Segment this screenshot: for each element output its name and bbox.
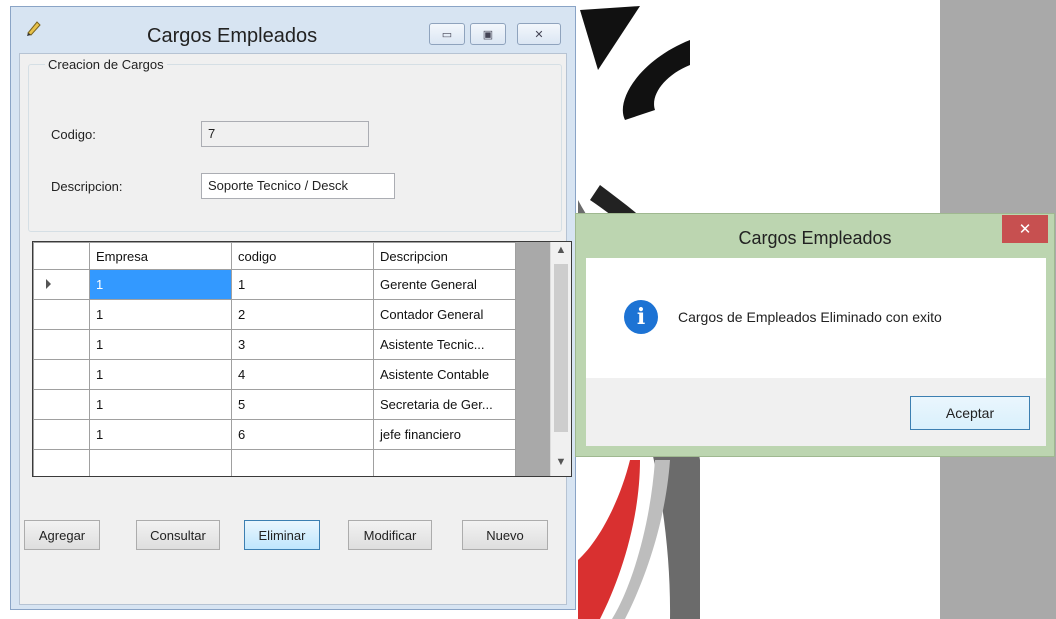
title-bar[interactable]: Cargos Empleados ▭ ▣ ✕ [11,7,575,55]
nuevo-button[interactable]: Nuevo [462,520,548,550]
agregar-button[interactable]: Agregar [24,520,100,550]
cargos-empleados-window: Cargos Empleados ▭ ▣ ✕ Creacion de Cargo… [10,6,576,610]
table-row[interactable]: 1 1 Gerente General [33,269,516,300]
grid-cell[interactable]: 3 [231,329,374,360]
table-row[interactable]: 1 4 Asistente Contable [33,359,516,390]
grid-cell[interactable]: Secretaria de Ger... [373,389,516,420]
window-title: Cargos Empleados [147,25,318,47]
codigo-field[interactable]: 7 [201,121,369,147]
table-row[interactable]: 1 3 Asistente Tecnic... [33,329,516,360]
grid-cell[interactable]: Contador General [373,299,516,330]
message-body: i Cargos de Empleados Eliminado con exit… [586,258,1046,378]
pencil-app-icon [27,21,41,36]
grid-cell[interactable]: 5 [231,389,374,420]
row-header[interactable] [33,389,90,420]
grid-cell[interactable]: 1 [89,359,232,390]
cargos-data-grid[interactable]: Empresa codigo Descripcion 1 1 Gerente G… [32,241,572,477]
grid-cell[interactable] [89,449,232,476]
codigo-label: Codigo: [51,127,96,142]
close-icon: ✕ [1018,221,1032,238]
new-row[interactable] [33,449,516,476]
minimize-icon: ▭ [441,28,453,41]
message-footer: Aceptar [586,378,1046,446]
grid-cell[interactable]: 1 [231,269,374,300]
grid-cell[interactable] [231,449,374,476]
modificar-button[interactable]: Modificar [348,520,432,550]
column-header-codigo[interactable]: codigo [231,242,374,270]
row-header-corner [33,242,90,270]
creacion-group: Creacion de Cargos Codigo: 7 Descripcion… [28,57,562,232]
row-header[interactable] [33,299,90,330]
grid-cell[interactable] [373,449,516,476]
column-header-empresa[interactable]: Empresa [89,242,232,270]
scroll-down-icon[interactable]: ▼ [551,456,571,474]
minimize-button[interactable]: ▭ [429,23,465,45]
grid-cell[interactable]: 4 [231,359,374,390]
row-header-new[interactable] [33,449,90,476]
table-row[interactable]: 1 2 Contador General [33,299,516,330]
grid-cell[interactable]: 1 [89,269,232,300]
row-header-current[interactable] [33,269,90,300]
table-row[interactable]: 1 6 jefe financiero [33,419,516,450]
grid-cell[interactable]: jefe financiero [373,419,516,450]
scroll-thumb[interactable] [554,264,568,432]
grid-header-row: Empresa codigo Descripcion [33,242,516,270]
info-icon: i [624,300,658,334]
message-close-button[interactable]: ✕ [1002,215,1048,243]
row-header[interactable] [33,329,90,360]
grid-cell[interactable]: 1 [89,419,232,450]
grid-cell[interactable]: Asistente Contable [373,359,516,390]
maximize-icon: ▣ [482,28,494,41]
descripcion-field[interactable]: Soporte Tecnico / Desck [201,173,395,199]
group-title: Creacion de Cargos [45,57,167,72]
grid-cell[interactable]: 2 [231,299,374,330]
grid-cell[interactable]: 1 [89,329,232,360]
close-icon: ✕ [534,28,544,41]
aceptar-button[interactable]: Aceptar [910,396,1030,430]
table-row[interactable]: 1 5 Secretaria de Ger... [33,389,516,420]
maximize-button[interactable]: ▣ [470,23,506,45]
close-button[interactable]: ✕ [517,23,561,45]
window-client-area: Creacion de Cargos Codigo: 7 Descripcion… [19,53,572,605]
grid-cell[interactable]: 1 [89,389,232,420]
scroll-up-icon[interactable]: ▲ [551,244,571,262]
vertical-scrollbar[interactable]: ▲ ▼ [550,242,571,476]
message-box: Cargos Empleados ✕ i Cargos de Empleados… [575,213,1055,457]
grid-cell[interactable]: Asistente Tecnic... [373,329,516,360]
column-header-descripcion[interactable]: Descripcion [373,242,516,270]
grid-table: Empresa codigo Descripcion 1 1 Gerente G… [33,242,516,476]
grid-cell[interactable]: Gerente General [373,269,516,300]
descripcion-label: Descripcion: [51,179,123,194]
row-header[interactable] [33,419,90,450]
consultar-button[interactable]: Consultar [136,520,220,550]
eliminar-button[interactable]: Eliminar [244,520,320,550]
current-row-arrow-icon [46,279,51,289]
grid-cell[interactable]: 6 [231,419,374,450]
message-box-title[interactable]: Cargos Empleados [576,214,1054,258]
grid-cell[interactable]: 1 [89,299,232,330]
message-text: Cargos de Empleados Eliminado con exito [678,309,942,325]
row-header[interactable] [33,359,90,390]
